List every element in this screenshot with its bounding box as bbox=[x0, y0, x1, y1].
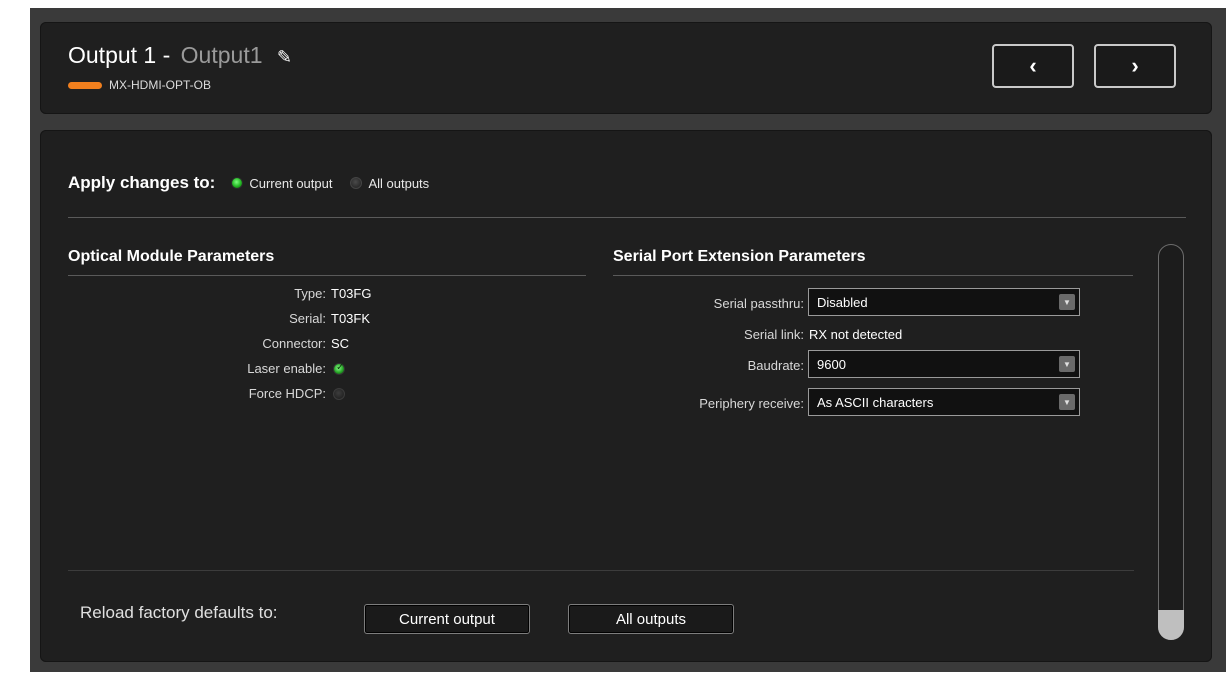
serial-value: T03FK bbox=[331, 311, 371, 326]
reload-all-outputs-button[interactable]: All outputs bbox=[568, 604, 734, 634]
periphery-receive-value: As ASCII characters bbox=[817, 394, 934, 410]
radio-all-outputs-label[interactable]: All outputs bbox=[368, 176, 429, 191]
force-hdcp-label: Force HDCP: bbox=[248, 386, 326, 401]
radio-all-outputs[interactable] bbox=[350, 177, 363, 189]
output-header: Output 1 - Output1 ✎ MX-HDMI-OPT-OB ‹ › bbox=[40, 22, 1212, 114]
pencil-icon[interactable]: ✎ bbox=[277, 47, 292, 68]
serial-section-title: Serial Port Extension Parameters bbox=[613, 248, 866, 265]
radio-current-output[interactable] bbox=[231, 177, 244, 189]
chevron-down-icon: ▼ bbox=[1059, 394, 1075, 410]
serial-label: Serial: bbox=[289, 311, 326, 326]
next-output-button[interactable]: › bbox=[1094, 44, 1176, 88]
type-value: T03FG bbox=[331, 286, 372, 301]
scrollbar-thumb[interactable] bbox=[1158, 610, 1184, 640]
chevron-left-icon: ‹ bbox=[1029, 53, 1037, 78]
periphery-receive-select[interactable]: As ASCII characters ▼ bbox=[808, 388, 1080, 416]
apply-changes-label: Apply changes to: bbox=[68, 173, 216, 192]
vertical-scrollbar[interactable] bbox=[1158, 244, 1184, 640]
footer-divider bbox=[68, 570, 1134, 571]
periphery-receive-label: Periphery receive: bbox=[699, 396, 804, 411]
serial-section-underline bbox=[613, 275, 1133, 276]
serial-link-value: RX not detected bbox=[809, 327, 903, 342]
serial-link-label: Serial link: bbox=[744, 327, 804, 342]
output-prefix: Output 1 - bbox=[68, 42, 171, 68]
serial-passthru-value: Disabled bbox=[817, 294, 868, 310]
chevron-right-icon: › bbox=[1131, 53, 1139, 78]
serial-passthru-select[interactable]: Disabled ▼ bbox=[808, 288, 1080, 316]
laser-enable-indicator[interactable] bbox=[333, 362, 345, 375]
page-title: Output 1 - Output1 ✎ bbox=[68, 42, 292, 69]
type-label: Type: bbox=[294, 286, 326, 301]
serial-passthru-label: Serial passthru: bbox=[713, 296, 804, 311]
previous-output-button[interactable]: ‹ bbox=[992, 44, 1074, 88]
baudrate-label: Baudrate: bbox=[747, 358, 804, 373]
settings-panel: Apply changes to: Current output All out… bbox=[40, 130, 1212, 662]
optical-section-title: Optical Module Parameters bbox=[68, 248, 275, 265]
apply-changes-row: Apply changes to: Current output All out… bbox=[68, 173, 447, 193]
device-color-indicator bbox=[68, 81, 102, 89]
radio-current-output-label[interactable]: Current output bbox=[249, 176, 332, 191]
connector-value: SC bbox=[331, 336, 350, 351]
laser-enable-label: Laser enable: bbox=[247, 361, 326, 376]
baudrate-select[interactable]: 9600 ▼ bbox=[808, 350, 1080, 378]
chevron-down-icon: ▼ bbox=[1059, 356, 1075, 372]
output-name: Output1 bbox=[180, 42, 263, 68]
chevron-down-icon: ▼ bbox=[1059, 294, 1075, 310]
reload-current-output-button[interactable]: Current output bbox=[364, 604, 530, 634]
device-model: MX-HDMI-OPT-OB bbox=[109, 78, 211, 92]
divider bbox=[68, 217, 1186, 218]
baudrate-value: 9600 bbox=[817, 356, 846, 372]
device-model-row: MX-HDMI-OPT-OB bbox=[68, 78, 211, 92]
connector-label: Connector: bbox=[262, 336, 326, 351]
force-hdcp-indicator[interactable] bbox=[333, 388, 345, 400]
optical-section-underline bbox=[68, 275, 586, 276]
reload-defaults-label: Reload factory defaults to: bbox=[80, 603, 278, 622]
